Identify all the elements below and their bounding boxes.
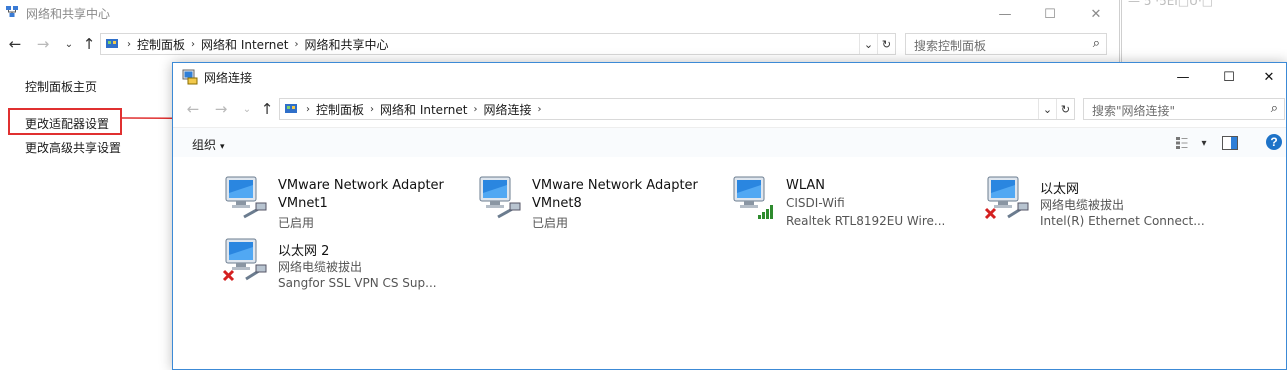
- organize-menu-button[interactable]: 组织 ▾: [192, 136, 225, 153]
- address-dropdown-button[interactable]: ⌄: [1038, 99, 1056, 119]
- back-window-titlebar: 网络和共享中心 — ☐ ✕: [0, 0, 1120, 28]
- connection-name: VMware Network Adapter: [278, 178, 444, 193]
- back-address-dropdown-button[interactable]: ⌄: [859, 34, 877, 54]
- back-window-title: 网络和共享中心: [26, 7, 111, 21]
- nav-back-button[interactable]: ←: [184, 99, 202, 119]
- nav-forward-button[interactable]: →: [212, 99, 230, 119]
- organize-label: 组织: [192, 138, 217, 152]
- preview-pane-icon: [1222, 136, 1238, 150]
- control-panel-icon: [285, 104, 297, 113]
- refresh-button[interactable]: ↻: [1056, 99, 1074, 119]
- breadcrumb-separator: ›: [191, 38, 196, 50]
- breadcrumb-control-panel[interactable]: 控制面板: [312, 101, 368, 118]
- background-window-text-fragment: — 5 ·5EI□U·□: [1128, 0, 1214, 8]
- connection-item-wlan[interactable]: WLAN CISDI-Wifi Realtek RTL8192EU Wire..…: [730, 171, 984, 228]
- connection-status: 已启用: [278, 216, 315, 230]
- breadcrumb-separator: ›: [306, 103, 310, 115]
- connection-item-ethernet-2[interactable]: 以太网 2 网络电缆被拔出 Sangfor SSL VPN CS Sup...: [222, 233, 476, 290]
- connection-network: VMnet1: [278, 196, 328, 211]
- front-window-title: 网络连接: [204, 71, 253, 85]
- breadcrumb-separator: ›: [370, 103, 375, 115]
- wifi-signal-icon: [758, 205, 773, 219]
- back-nav-up-button[interactable]: ↑: [80, 34, 98, 54]
- nav-up-button[interactable]: ↑: [258, 99, 276, 119]
- view-options-icon: [1176, 137, 1188, 149]
- connection-item-vmnet1[interactable]: VMware Network Adapter VMnet1 已启用: [222, 171, 476, 230]
- connection-name: 以太网: [1040, 182, 1080, 197]
- connection-network: VMnet8: [532, 196, 582, 211]
- connection-name: 以太网 2: [278, 244, 330, 259]
- network-adapter-icon: [984, 176, 1029, 220]
- recent-locations-button[interactable]: ⌄: [238, 99, 256, 119]
- network-center-app-icon: [6, 6, 18, 17]
- connection-device: Realtek RTL8192EU Wire...: [786, 214, 946, 228]
- help-button[interactable]: ?: [1265, 133, 1283, 151]
- connection-device: Sangfor SSL VPN CS Sup...: [278, 276, 437, 290]
- control-panel-icon: [106, 39, 118, 48]
- search-input[interactable]: 搜索"网络连接" ⌕: [1083, 98, 1285, 120]
- back-address-row: ← → ⌄ ↑ › 控制面板 › 网络和 Internet › 网络和共享中心 …: [0, 32, 1120, 56]
- back-breadcrumb-sharing-center[interactable]: 网络和共享中心: [300, 36, 392, 53]
- help-icon: ?: [1266, 134, 1282, 150]
- back-breadcrumb-network-internet[interactable]: 网络和 Internet: [197, 36, 292, 53]
- connection-status: 网络电缆被拔出: [278, 260, 363, 274]
- connection-device: Intel(R) Ethernet Connect...: [1040, 214, 1205, 228]
- connection-item-ethernet[interactable]: 以太网 网络电缆被拔出 Intel(R) Ethernet Connect...: [984, 171, 1238, 228]
- back-search-placeholder: 搜索控制面板: [914, 39, 987, 53]
- back-maximize-button[interactable]: ☐: [1027, 0, 1073, 28]
- network-connections-app-icon: [182, 69, 198, 85]
- help-glyph: ?: [1270, 135, 1277, 149]
- breadcrumb-network-internet[interactable]: 网络和 Internet: [376, 101, 471, 118]
- connection-status: 网络电缆被拔出: [1040, 198, 1125, 212]
- front-address-row: ← → ⌄ ↑ › 控制面板 › 网络和 Internet › 网络连接 › ⌄…: [173, 97, 1286, 121]
- disconnected-x-icon: [984, 207, 997, 220]
- change-view-button[interactable]: [1173, 134, 1191, 152]
- front-window-titlebar: 网络连接 — ☐ ✕: [173, 63, 1286, 91]
- network-adapter-icon: [222, 238, 267, 282]
- close-button[interactable]: ✕: [1252, 63, 1286, 91]
- view-dropdown-button[interactable]: ▾: [1195, 134, 1213, 152]
- command-bar: 组织 ▾ ▾ ?: [173, 127, 1286, 157]
- disconnected-x-icon: [222, 269, 235, 282]
- connection-item-vmnet8[interactable]: VMware Network Adapter VMnet8 已启用: [476, 171, 730, 230]
- back-address-bar[interactable]: › 控制面板 › 网络和 Internet › 网络和共享中心 ⌄ ↻: [100, 33, 896, 55]
- connection-status: 已启用: [532, 216, 569, 230]
- back-close-button[interactable]: ✕: [1073, 0, 1119, 28]
- connection-name: WLAN: [786, 178, 826, 193]
- back-search-input[interactable]: 搜索控制面板 ⌕: [905, 33, 1107, 55]
- breadcrumb-separator: ›: [473, 103, 478, 115]
- connection-network: CISDI-Wifi: [786, 196, 845, 210]
- network-adapter-icon: [225, 176, 267, 219]
- back-recent-locations-button[interactable]: ⌄: [60, 34, 78, 54]
- breadcrumb-network-connections[interactable]: 网络连接: [479, 101, 535, 118]
- back-minimize-button[interactable]: —: [982, 0, 1028, 28]
- preview-pane-button[interactable]: [1221, 134, 1239, 152]
- network-adapter-icon: [733, 176, 773, 219]
- back-refresh-button[interactable]: ↻: [877, 34, 895, 54]
- network-adapter-icon: [479, 176, 521, 219]
- chevron-down-icon: ▾: [220, 142, 225, 152]
- back-breadcrumb-control-panel[interactable]: 控制面板: [133, 36, 189, 53]
- address-bar[interactable]: › 控制面板 › 网络和 Internet › 网络连接 › ⌄ ↻: [279, 98, 1075, 120]
- breadcrumb-separator: ›: [294, 38, 299, 50]
- search-icon[interactable]: ⌕: [1271, 101, 1278, 116]
- connection-name: VMware Network Adapter: [532, 178, 698, 193]
- minimize-button[interactable]: —: [1160, 63, 1206, 91]
- change-advanced-sharing-link[interactable]: 更改高级共享设置: [25, 139, 121, 156]
- search-placeholder: 搜索"网络连接": [1092, 104, 1176, 118]
- breadcrumb-separator: ›: [127, 38, 131, 50]
- back-nav-back-button[interactable]: ←: [6, 34, 24, 54]
- search-icon[interactable]: ⌕: [1093, 36, 1100, 51]
- back-nav-forward-button[interactable]: →: [34, 34, 52, 54]
- highlight-annotation-box: [8, 108, 122, 135]
- breadcrumb-separator: ›: [537, 103, 542, 115]
- network-connections-window: 网络连接 — ☐ ✕ ← → ⌄ ↑ › 控制面板 › 网络和 Internet…: [172, 62, 1287, 370]
- maximize-button[interactable]: ☐: [1206, 63, 1252, 91]
- connections-list: VMware Network Adapter VMnet1 已启用 VMware…: [173, 159, 1286, 369]
- control-panel-home-link[interactable]: 控制面板主页: [25, 78, 97, 95]
